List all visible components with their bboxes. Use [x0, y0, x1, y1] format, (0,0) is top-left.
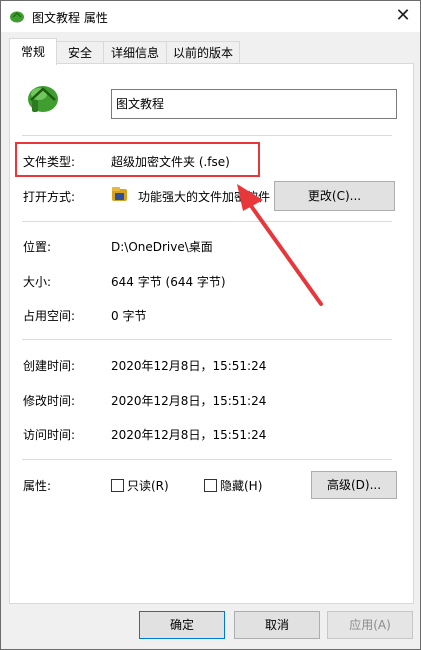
properties-window: 图文教程 属性 ✕ 常规 安全 详细信息 以前的版本 图文教程 文件类型: 超级…: [0, 0, 421, 650]
annotation-arrow: [237, 184, 323, 306]
tab-general[interactable]: 常规: [9, 38, 57, 65]
